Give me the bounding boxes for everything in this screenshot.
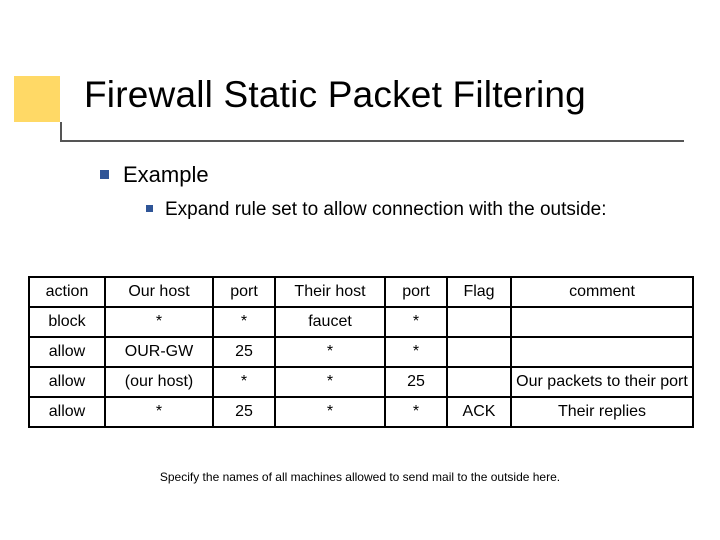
cell-our-host: (our host) xyxy=(105,367,213,397)
cell-flag xyxy=(447,367,511,397)
cell-port-dst: * xyxy=(385,307,447,337)
table-row: allow (our host) * * 25 Our packets to t… xyxy=(29,367,693,397)
rules-table-wrap: action Our host port Their host port Fla… xyxy=(28,276,692,428)
cell-action: allow xyxy=(29,337,105,367)
th-our-host: Our host xyxy=(105,277,213,307)
cell-their-host: * xyxy=(275,367,385,397)
table-row: block * * faucet * xyxy=(29,307,693,337)
slide: Firewall Static Packet Filtering Example… xyxy=(0,0,720,540)
th-port-src: port xyxy=(213,277,275,307)
bullet-l2-text: Expand rule set to allow connection with… xyxy=(165,198,645,222)
th-port-dst: port xyxy=(385,277,447,307)
rules-table: action Our host port Their host port Fla… xyxy=(28,276,694,428)
corner-accent xyxy=(14,76,60,122)
cell-their-host: * xyxy=(275,337,385,367)
bullet-l2: Expand rule set to allow connection with… xyxy=(146,198,666,222)
cell-our-host: * xyxy=(105,307,213,337)
cell-flag xyxy=(447,337,511,367)
cell-action: allow xyxy=(29,367,105,397)
cell-flag: ACK xyxy=(447,397,511,427)
bullet-square-icon xyxy=(146,205,153,212)
cell-their-host: * xyxy=(275,397,385,427)
th-flag: Flag xyxy=(447,277,511,307)
cell-port-src: 25 xyxy=(213,397,275,427)
cell-port-dst: * xyxy=(385,337,447,367)
cell-port-src: 25 xyxy=(213,337,275,367)
bullet-l1-text: Example xyxy=(123,162,209,187)
cell-port-dst: * xyxy=(385,397,447,427)
table-header-row: action Our host port Their host port Fla… xyxy=(29,277,693,307)
cell-their-host: faucet xyxy=(275,307,385,337)
bullet-l1: Example xyxy=(100,162,209,188)
cell-action: allow xyxy=(29,397,105,427)
bullet-square-icon xyxy=(100,170,109,179)
cell-comment: Their replies xyxy=(511,397,693,427)
cell-port-src: * xyxy=(213,367,275,397)
cell-port-dst: 25 xyxy=(385,367,447,397)
cell-our-host: * xyxy=(105,397,213,427)
cell-action: block xyxy=(29,307,105,337)
cell-our-host: OUR-GW xyxy=(105,337,213,367)
footnote: Specify the names of all machines allowe… xyxy=(0,470,720,484)
cell-comment: Our packets to their port xyxy=(511,367,693,397)
th-comment: comment xyxy=(511,277,693,307)
table-row: allow OUR-GW 25 * * xyxy=(29,337,693,367)
th-their-host: Their host xyxy=(275,277,385,307)
cell-port-src: * xyxy=(213,307,275,337)
cell-comment xyxy=(511,307,693,337)
accent-vert-line xyxy=(60,122,62,142)
slide-title: Firewall Static Packet Filtering xyxy=(84,74,586,116)
cell-flag xyxy=(447,307,511,337)
table-row: allow * 25 * * ACK Their replies xyxy=(29,397,693,427)
th-action: action xyxy=(29,277,105,307)
accent-horiz-line xyxy=(60,140,684,142)
cell-comment xyxy=(511,337,693,367)
